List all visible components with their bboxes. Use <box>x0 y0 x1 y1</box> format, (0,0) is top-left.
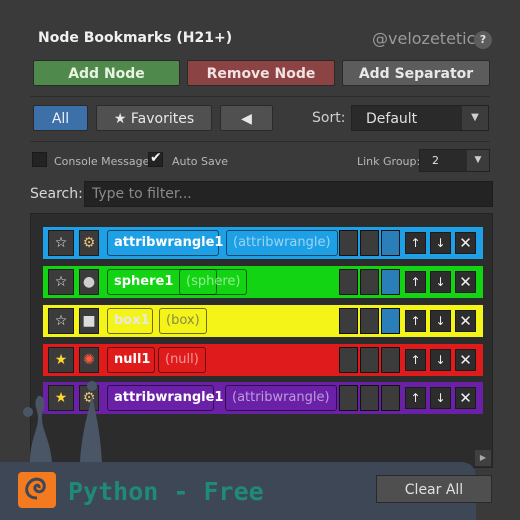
remove-icon[interactable]: ✕ <box>455 271 476 293</box>
panel-header: Node Bookmarks (H21+) @velozetetic ? <box>0 0 520 56</box>
link-slot[interactable] <box>360 308 379 334</box>
panel-title: Node Bookmarks (H21+) <box>38 30 233 46</box>
node-type-pill: (sphere) <box>179 269 248 295</box>
remove-node-button[interactable]: Remove Node <box>187 60 335 86</box>
move-down-icon[interactable]: ↓ <box>430 271 451 293</box>
favorite-star-icon[interactable]: ☆ <box>48 230 74 256</box>
back-button[interactable]: ◀ <box>220 105 273 131</box>
node-name-pill[interactable]: null1 <box>107 347 155 373</box>
link-group-select[interactable]: 2 ▼ <box>419 149 490 172</box>
filter-favorites-button[interactable]: ★ Favorites <box>96 105 212 131</box>
sort-select[interactable]: Default ▼ <box>351 105 489 131</box>
link-slot[interactable] <box>381 308 400 334</box>
link-slot[interactable] <box>360 269 379 295</box>
chevron-down-icon: ▼ <box>467 150 489 171</box>
remove-icon[interactable]: ✕ <box>455 349 476 371</box>
move-up-icon[interactable]: ↑ <box>405 232 426 254</box>
link-slot[interactable] <box>339 269 358 295</box>
clear-all-button[interactable]: Clear All <box>376 475 492 503</box>
move-down-icon[interactable]: ↓ <box>430 349 451 371</box>
bookmark-row[interactable]: ★ ✺ null1 (null) ↑ ↓ ✕ <box>43 344 483 376</box>
link-group-label: Link Group: <box>357 155 421 168</box>
link-slot[interactable] <box>360 230 379 256</box>
link-slot[interactable] <box>339 230 358 256</box>
move-down-icon[interactable]: ↓ <box>430 232 451 254</box>
node-type-pill: (box) <box>159 308 207 334</box>
bookmark-row[interactable]: ☆ ● sphere1 (sphere) ↑ ↓ ✕ <box>43 266 483 298</box>
node-type-pill: (null) <box>158 347 206 373</box>
bookmark-row[interactable]: ☆ ■ box1 (box) ↑ ↓ ✕ <box>43 305 483 337</box>
link-slot[interactable] <box>381 347 400 373</box>
author-handle: @velozetetic <box>372 29 476 48</box>
chevron-down-icon: ▼ <box>462 106 488 130</box>
move-up-icon[interactable]: ↑ <box>405 271 426 293</box>
logo-caption: Python - Free <box>68 477 264 506</box>
move-up-icon[interactable]: ↑ <box>405 349 426 371</box>
divider <box>30 96 490 97</box>
link-group-value: 2 <box>432 154 439 167</box>
link-slot[interactable] <box>339 347 358 373</box>
node-type-pill: (attribwrangle) <box>226 230 338 256</box>
bookmark-row[interactable]: ☆ ⚙ attribwrangle1 (attribwrangle) ↑ ↓ ✕ <box>43 227 483 259</box>
console-messages-label: Console Messages <box>54 155 156 168</box>
add-node-button[interactable]: Add Node <box>33 60 180 86</box>
sort-value: Default <box>366 111 418 127</box>
favorite-star-icon[interactable]: ☆ <box>48 308 74 334</box>
move-up-icon[interactable]: ↑ <box>405 310 426 332</box>
favorite-star-icon[interactable]: ★ <box>48 347 74 373</box>
box-icon: ■ <box>79 308 99 334</box>
link-slot[interactable] <box>339 308 358 334</box>
favorite-star-icon[interactable]: ☆ <box>48 269 74 295</box>
sphere-icon: ● <box>79 269 99 295</box>
console-messages-checkbox[interactable] <box>32 152 47 167</box>
search-label: Search: <box>30 186 83 202</box>
filter-all-button[interactable]: All <box>33 105 88 131</box>
sort-label: Sort: <box>312 110 346 126</box>
remove-icon[interactable]: ✕ <box>455 232 476 254</box>
search-input[interactable] <box>84 181 493 207</box>
link-slot[interactable] <box>381 230 400 256</box>
divider <box>30 141 490 142</box>
auto-save-label: Auto Save <box>172 155 229 168</box>
help-button[interactable]: ? <box>474 31 492 49</box>
node-name-pill[interactable]: box1 <box>107 308 153 334</box>
auto-save-checkbox[interactable]: ✔ <box>148 150 163 167</box>
null-icon: ✺ <box>79 347 99 373</box>
wrangle-icon: ⚙ <box>79 230 99 256</box>
check-icon: ✔ <box>150 150 162 166</box>
remove-icon[interactable]: ✕ <box>455 310 476 332</box>
add-separator-button[interactable]: Add Separator <box>342 60 490 86</box>
link-slot[interactable] <box>360 347 379 373</box>
link-slot[interactable] <box>381 269 400 295</box>
node-name-pill[interactable]: attribwrangle1 <box>107 230 223 256</box>
move-down-icon[interactable]: ↓ <box>430 310 451 332</box>
